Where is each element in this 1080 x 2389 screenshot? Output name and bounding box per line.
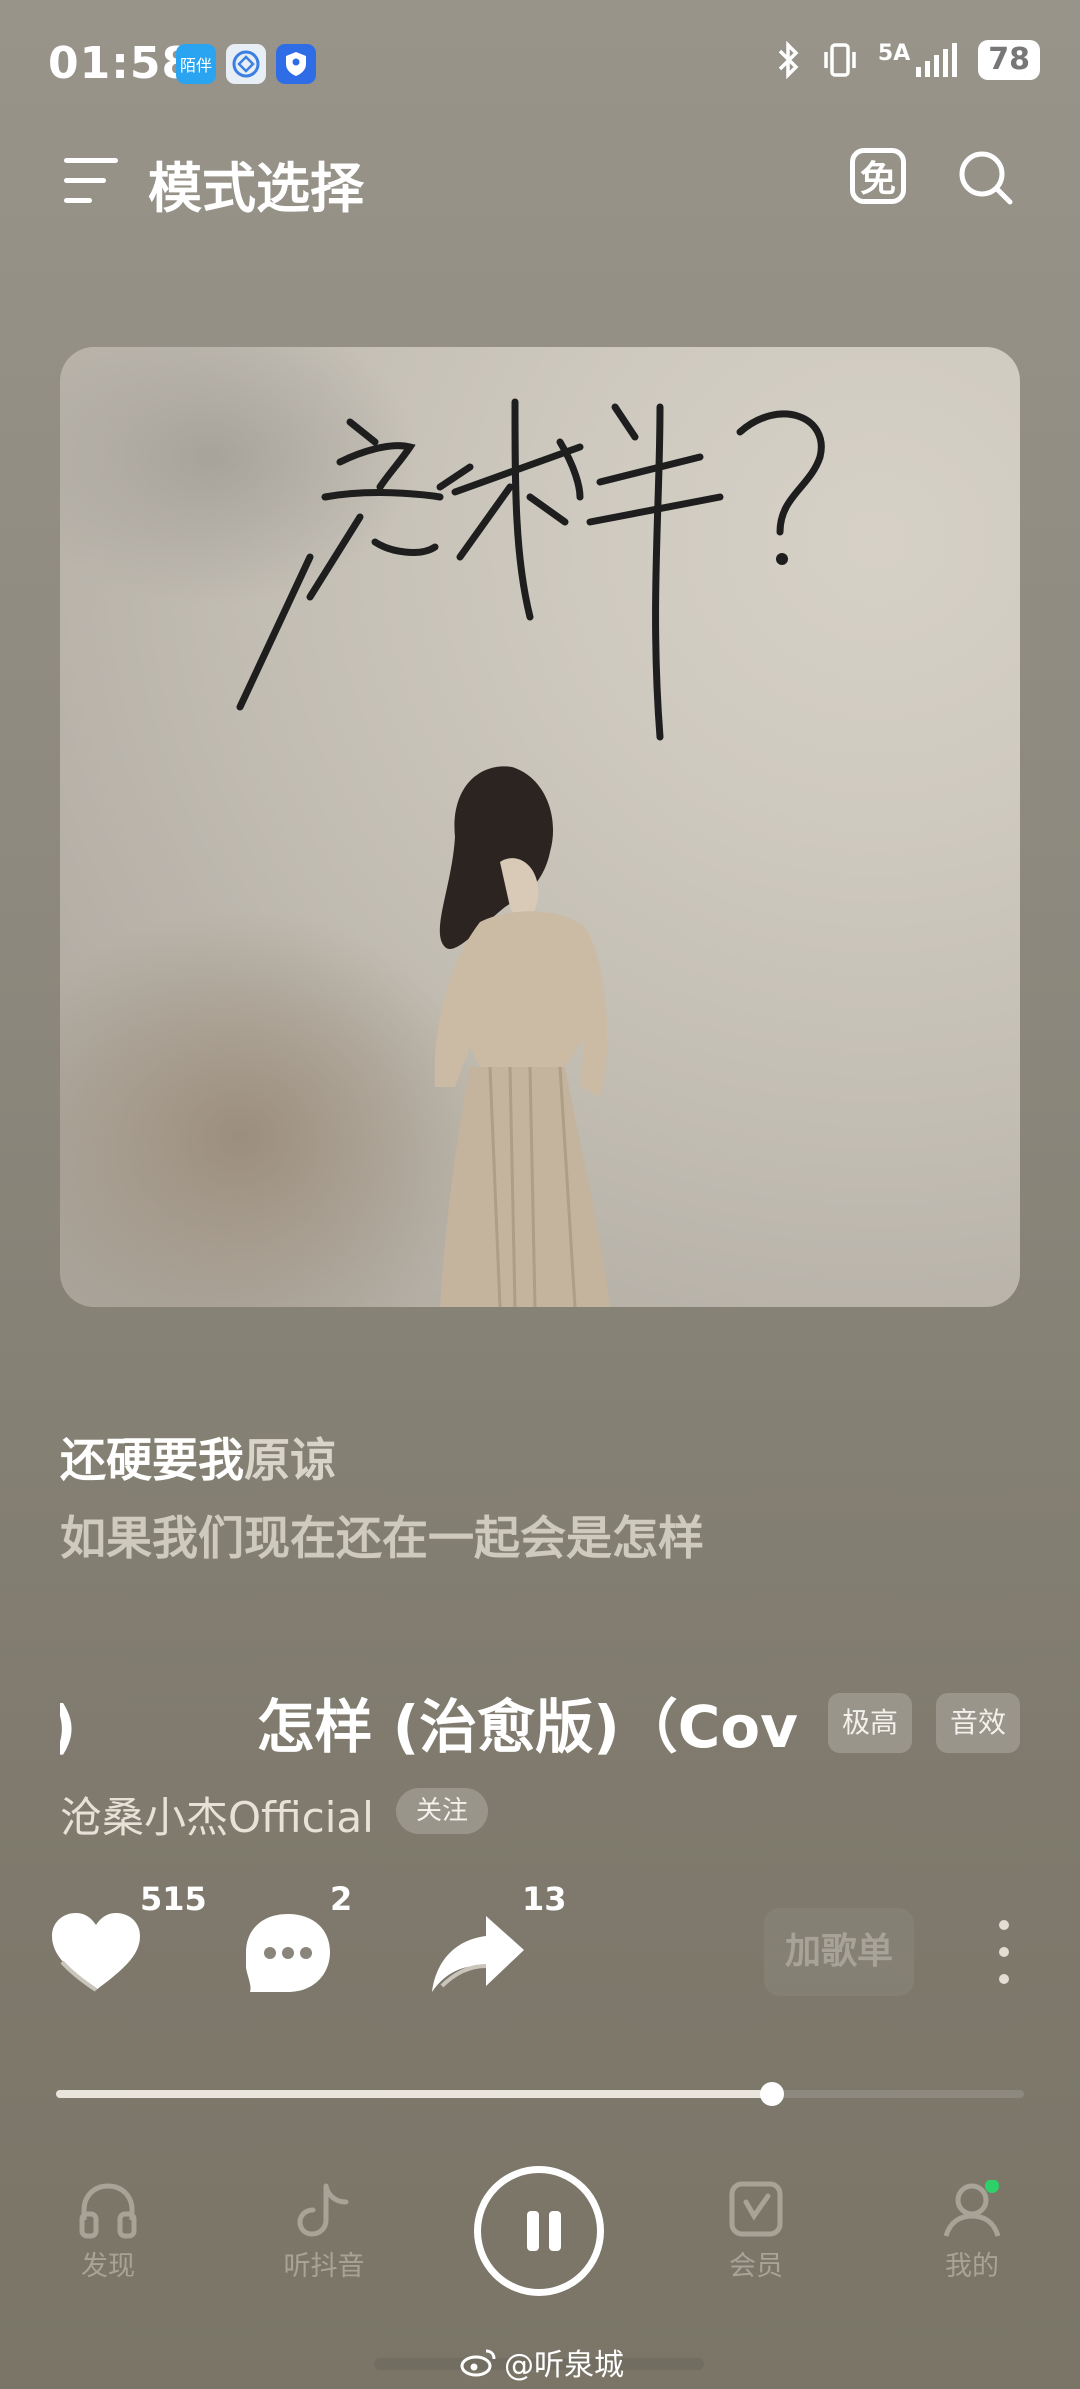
nav-discover[interactable]: 发现 [38, 2180, 178, 2283]
progress-bar[interactable] [56, 2082, 1024, 2106]
album-cover[interactable] [60, 347, 1020, 1307]
progress-knob[interactable] [760, 2082, 785, 2106]
menu-icon[interactable] [64, 154, 122, 206]
artist-name[interactable]: 沧桑小杰Official [60, 1784, 374, 1845]
follow-button[interactable]: 关注 [396, 1788, 489, 1834]
headphones-icon [79, 2183, 137, 2239]
top-bar: 模式选择 免 [0, 140, 1080, 220]
sound-effect-tag[interactable]: 音效 [936, 1693, 1021, 1753]
nav-mine-label: 我的 [945, 2251, 999, 2282]
share-icon[interactable] [428, 1908, 528, 1998]
douyin-icon [297, 2183, 349, 2237]
status-bar: 01:58 陌伴 5A 78 [0, 0, 1080, 130]
nav-douyin-label: 听抖音 [283, 2251, 365, 2282]
watermark: @听泉城 [460, 2340, 624, 2384]
lyric-current: 还硬要我原谅 [60, 1424, 336, 1490]
progress-fill [56, 2090, 773, 2098]
status-time: 01:58 [48, 38, 194, 89]
signal-icon [916, 43, 958, 77]
network-type: 5A [877, 40, 911, 66]
share-count: 13 [522, 1880, 567, 1918]
vip-icon [729, 2181, 783, 2237]
comment-count: 2 [330, 1880, 353, 1918]
status-right: 5A 78 [776, 40, 1040, 80]
battery-indicator: 78 [978, 40, 1040, 80]
pause-button[interactable] [474, 2166, 604, 2296]
nav-discover-label: 发现 [81, 2251, 135, 2282]
nav-vip-label: 会员 [729, 2251, 783, 2282]
security-app-icon [276, 44, 316, 84]
quality-tag[interactable]: 极高 [828, 1693, 913, 1753]
nav-mine[interactable]: 我的 [902, 2180, 1042, 2283]
lyric-current-sung: 还硬要我 [60, 1433, 244, 1487]
lyric-current-pending: 原谅 [244, 1433, 336, 1487]
app-notification-icon: 陌伴 [176, 44, 216, 84]
vibrate-icon [824, 43, 856, 77]
like-count: 515 [140, 1880, 207, 1918]
song-title-marquee[interactable]: ) 怎样 (治愈版)（Cov [60, 1680, 820, 1760]
cover-artwork [236, 398, 825, 1307]
song-title-lead: ) [60, 1693, 77, 1760]
nav-douyin[interactable]: 听抖音 [254, 2180, 394, 2283]
more-options-icon[interactable] [994, 1920, 1014, 1984]
lyric-next: 如果我们现在还在一起会是怎样 [60, 1511, 704, 1565]
nav-vip[interactable]: 会员 [686, 2180, 826, 2283]
profile-icon [943, 2180, 1001, 2237]
search-icon[interactable] [956, 148, 1016, 208]
page-title: 模式选择 [148, 157, 364, 220]
add-to-playlist-button[interactable]: 加歌单 [764, 1908, 914, 1996]
like-icon[interactable] [46, 1908, 146, 1998]
song-title: 怎样 (治愈版)（Cov [256, 1693, 798, 1760]
comment-icon[interactable] [238, 1908, 338, 1998]
bluetooth-icon [778, 40, 799, 80]
weibo-icon [460, 2349, 496, 2377]
watermark-text: @听泉城 [504, 2348, 624, 2383]
notification-icons: 陌伴 [176, 44, 316, 84]
network-app-icon [226, 44, 266, 84]
free-mode-icon[interactable]: 免 [850, 148, 906, 204]
